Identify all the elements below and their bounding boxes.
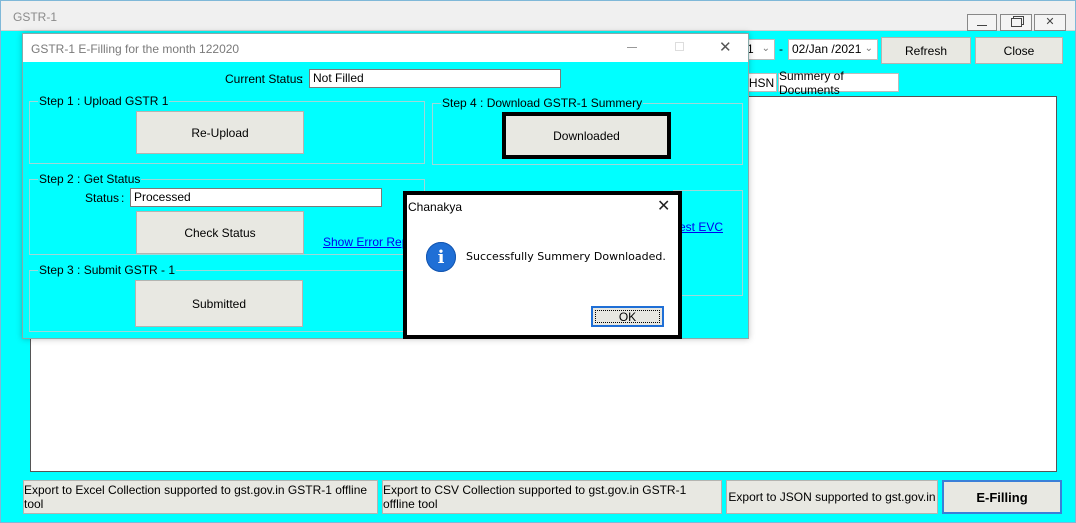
ok-button[interactable]: OK [591, 306, 664, 327]
request-evc-link[interactable]: est EVC [679, 220, 723, 234]
tab-summery-of-documents[interactable]: Summery of Documents [778, 69, 899, 97]
restore-icon [1010, 18, 1022, 27]
efilling-button[interactable]: E-Filling [942, 480, 1062, 514]
main-window-title: GSTR-1 [13, 10, 58, 24]
dialog-maximize-icon[interactable] [675, 42, 684, 51]
minimize-icon [977, 19, 987, 26]
tab-hsn[interactable]: HSN [746, 73, 777, 92]
evc-group [673, 190, 743, 296]
current-status-label: Current Status [225, 72, 303, 86]
export-csv-button[interactable]: Export to CSV Collection supported to gs… [382, 480, 722, 514]
dialog-close-icon[interactable]: ✕ [719, 38, 732, 56]
check-status-button[interactable]: Check Status [136, 211, 304, 254]
dialog-minimize-icon[interactable] [627, 47, 637, 48]
message-box: Chanakya ✕ i Successfully Summery Downlo… [403, 191, 682, 339]
close-button[interactable]: Close [975, 37, 1063, 64]
step2-title: Step 2 : Get Status [38, 172, 142, 186]
close-icon: ✕ [1045, 16, 1055, 28]
step2-status-colon: : [121, 191, 125, 205]
submitted-button[interactable]: Submitted [135, 280, 303, 327]
message-text: Successfully Summery Downloaded. [466, 250, 666, 263]
efiling-dialog-title-bar: GSTR-1 E-Filling for the month 122020 ✕ [23, 34, 748, 62]
reupload-button[interactable]: Re-Upload [136, 111, 304, 154]
step4-title: Step 4 : Download GSTR-1 Summery [441, 96, 644, 110]
current-status-field[interactable]: Not Filled [309, 69, 561, 88]
step1-title: Step 1 : Upload GSTR 1 [38, 94, 170, 108]
message-box-title: Chanakya [408, 200, 463, 214]
main-title-bar: GSTR-1 ✕ [1, 1, 1075, 31]
to-date-picker[interactable]: 02/Jan /2021 ⌄ [788, 39, 878, 60]
maximize-button[interactable] [1000, 14, 1032, 31]
efiling-dialog-title: GSTR-1 E-Filling for the month 122020 [31, 42, 240, 56]
chevron-down-icon: ⌄ [864, 43, 873, 54]
chevron-down-icon: ⌄ [761, 43, 770, 54]
refresh-button[interactable]: Refresh [881, 37, 971, 64]
step2-status-field[interactable]: Processed [130, 188, 382, 207]
main-close-button[interactable]: ✕ [1034, 14, 1066, 31]
step3-title: Step 3 : Submit GSTR - 1 [38, 263, 177, 277]
minimize-button[interactable] [967, 14, 997, 31]
export-excel-button[interactable]: Export to Excel Collection supported to … [23, 480, 378, 514]
show-error-report-link[interactable]: Show Error Report [323, 235, 405, 249]
info-icon: i [426, 242, 456, 272]
step2-status-label: Status [85, 191, 120, 205]
message-box-close-icon[interactable]: ✕ [657, 196, 670, 216]
downloaded-button[interactable]: Downloaded [502, 112, 671, 159]
current-status-colon: : [300, 72, 304, 86]
export-json-button[interactable]: Export to JSON supported to gst.gov.in [726, 480, 938, 514]
from-date-picker[interactable]: 1 ⌄ [745, 39, 775, 60]
date-separator: - [779, 42, 783, 56]
